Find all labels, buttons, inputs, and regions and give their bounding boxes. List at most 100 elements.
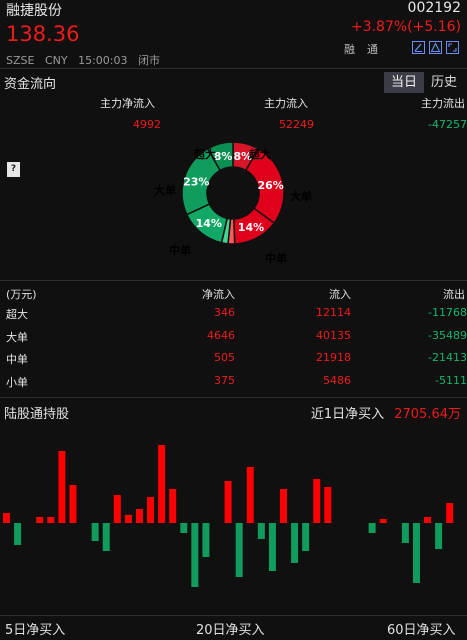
bar-4 <box>47 517 55 523</box>
bar-36 <box>401 523 409 543</box>
row-out: -35489 <box>428 329 467 342</box>
net-buy-20d-label[interactable]: 20日净买入 <box>196 619 265 638</box>
donut-pct-outflow-7: 8% <box>214 150 233 163</box>
divider <box>0 68 467 69</box>
main-inflow-value: 52249 <box>279 118 314 131</box>
table-header-unit: (万元) <box>6 288 37 301</box>
donut-pct-outflow-6: 23% <box>183 175 209 188</box>
edit-icon[interactable] <box>412 41 425 54</box>
main-net-inflow-value: 4992 <box>133 118 161 131</box>
northbound-net-buy: 近1日净买入 2705.64万 <box>311 403 461 422</box>
net-buy-5d-label[interactable]: 5日净买入 <box>5 619 65 638</box>
row-in: 21918 <box>316 351 351 364</box>
fund-flow-title: 资金流向 <box>4 77 57 92</box>
donut-label-super-inflow: 超大 <box>248 147 271 161</box>
bar-15 <box>169 489 177 523</box>
bar-27 <box>302 523 310 551</box>
quote-meta: SZSE CNY 15:00:03 闭市 <box>6 52 167 68</box>
table-row: 超大 346 12114 -11768 <box>0 306 467 328</box>
row-net: 4646 <box>207 329 235 342</box>
row-name: 中单 <box>6 353 28 366</box>
donut-label-large-outflow: 大单 <box>154 183 176 197</box>
fund-flow-donut: 8%26%14%14%23%8% 超大 超大 大单 大单 中单 中单 <box>154 141 312 265</box>
row-name: 大单 <box>6 331 28 344</box>
tab-today[interactable]: 当日 <box>384 72 424 93</box>
bar-21 <box>235 523 243 577</box>
bar-6 <box>69 485 77 523</box>
bar-14 <box>158 445 166 523</box>
bar-39 <box>435 523 443 549</box>
bar-38 <box>424 517 432 523</box>
bar-34 <box>379 519 387 523</box>
stock-price: 138.36 <box>6 22 80 46</box>
market-status: 闭市 <box>138 54 160 67</box>
table-row: 大单 4646 40135 -35489 <box>0 329 467 351</box>
northbound-net-value: 2705.64万 <box>394 407 461 422</box>
bar-0 <box>3 513 10 523</box>
divider <box>0 280 467 281</box>
tong-text: 通 <box>367 43 390 56</box>
margin-trading-label[interactable]: 融通 <box>344 41 390 57</box>
northbound-net-label: 近1日净买入 <box>310 407 385 422</box>
main-outflow-value: -47257 <box>428 118 467 131</box>
stock-name: 融捷股份 <box>6 3 62 19</box>
main-net-inflow-label: 主力净流入 <box>100 97 155 110</box>
row-out: -21413 <box>428 351 467 364</box>
bar-22 <box>246 467 254 523</box>
bar-8 <box>91 523 99 541</box>
donut-label-super-outflow: 超大 <box>193 147 216 161</box>
northbound-title: 陆股通持股 <box>4 407 70 422</box>
price-change: +3.87%(+5.16) <box>350 19 461 35</box>
bar-28 <box>313 479 321 523</box>
bar-37 <box>412 523 420 583</box>
tab-history[interactable]: 历史 <box>424 72 464 93</box>
bar-3 <box>36 517 44 523</box>
bar-10 <box>113 495 121 523</box>
row-net: 346 <box>214 306 235 319</box>
table-row: 小单 375 5486 -5111 <box>0 374 467 396</box>
bar-40 <box>446 503 454 523</box>
bar-26 <box>291 523 299 563</box>
northbound-bar-chart <box>3 445 454 587</box>
bar-12 <box>135 509 143 523</box>
bar-23 <box>257 523 265 539</box>
bar-13 <box>147 497 155 523</box>
bar-5 <box>58 451 66 523</box>
bar-33 <box>368 523 376 533</box>
table-header-out: 流出 <box>443 288 465 301</box>
row-in: 40135 <box>316 329 351 342</box>
main-inflow-label: 主力流入 <box>264 97 308 110</box>
bar-24 <box>268 523 276 571</box>
table-header-net: 净流入 <box>202 288 235 301</box>
donut-pct-inflow-1: 26% <box>257 179 283 192</box>
bar-18 <box>202 523 210 557</box>
row-name: 小单 <box>6 376 28 389</box>
fullscreen-icon[interactable] <box>446 41 459 54</box>
row-in: 5486 <box>323 374 351 387</box>
bar-20 <box>224 481 232 523</box>
currency: CNY <box>44 54 68 67</box>
net-buy-60d-label[interactable]: 60日净买入 <box>387 619 456 638</box>
bar-25 <box>280 489 287 523</box>
bar-17 <box>191 523 199 587</box>
row-out: -11768 <box>428 306 467 319</box>
exchange: SZSE <box>6 54 35 67</box>
donut-pct-inflow-2: 14% <box>238 221 264 234</box>
alert-icon[interactable] <box>429 41 442 54</box>
donut-pct-outflow-5: 14% <box>196 217 222 230</box>
bar-11 <box>124 515 132 523</box>
row-in: 12114 <box>316 306 351 319</box>
divider <box>0 397 467 398</box>
row-name: 超大 <box>6 308 28 321</box>
divider <box>0 615 467 616</box>
rong-text: 融 <box>344 43 367 56</box>
row-net: 375 <box>214 374 235 387</box>
row-out: -5111 <box>435 374 467 387</box>
donut-label-large-inflow: 大单 <box>290 189 312 203</box>
table-header-in: 流入 <box>329 288 351 301</box>
bar-1 <box>14 523 22 545</box>
donut-label-medium-inflow: 中单 <box>265 251 287 265</box>
help-icon[interactable]: ? <box>7 162 20 177</box>
main-outflow-label: 主力流出 <box>421 97 465 110</box>
stock-code: 002192 <box>407 0 461 16</box>
